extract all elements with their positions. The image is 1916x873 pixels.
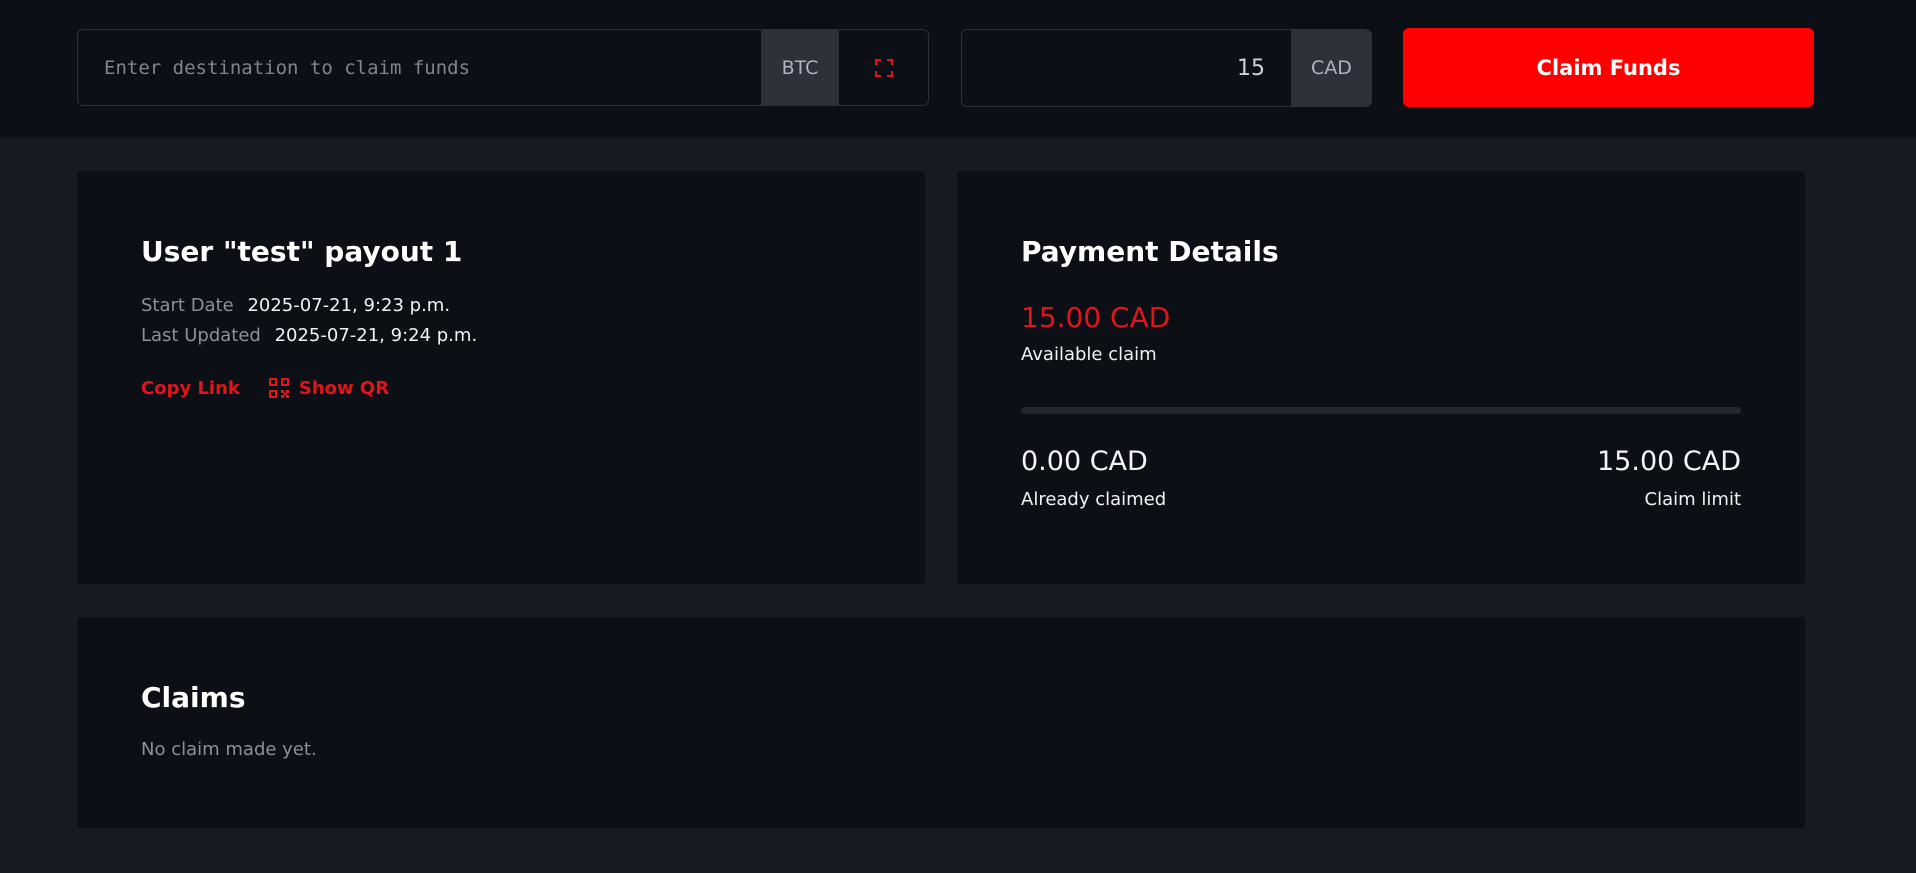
qr-scan-icon bbox=[874, 58, 893, 77]
destination-currency-badge: BTC bbox=[761, 30, 838, 105]
payout-card: User "test" payout 1 Start Date 2025-07-… bbox=[77, 171, 925, 584]
last-updated-label: Last Updated bbox=[141, 325, 261, 346]
qr-code-icon bbox=[268, 378, 289, 398]
show-qr-label: Show QR bbox=[298, 377, 390, 399]
already-claimed-amount: 0.00 CAD bbox=[1021, 446, 1148, 477]
show-qr-button[interactable]: Show QR bbox=[268, 377, 389, 399]
claim-funds-button[interactable]: Claim Funds bbox=[1403, 28, 1814, 107]
claim-limit-label: Claim limit bbox=[1644, 489, 1741, 510]
start-date-label: Start Date bbox=[141, 295, 234, 316]
claim-bar: BTC CAD Claim Funds bbox=[0, 0, 1916, 138]
last-updated-row: Last Updated 2025-07-21, 9:24 p.m. bbox=[141, 325, 477, 346]
amount-input-group: CAD bbox=[961, 29, 1372, 107]
destination-input[interactable] bbox=[78, 30, 761, 105]
last-updated-value: 2025-07-21, 9:24 p.m. bbox=[274, 325, 478, 346]
start-date-row: Start Date 2025-07-21, 9:23 p.m. bbox=[141, 295, 450, 316]
available-claim-amount: 15.00 CAD bbox=[1021, 301, 1171, 334]
claim-limit-amount: 15.00 CAD bbox=[1597, 446, 1741, 477]
copy-link-button[interactable]: Copy Link bbox=[141, 378, 240, 399]
already-claimed-label: Already claimed bbox=[1021, 489, 1167, 510]
claims-card: Claims No claim made yet. bbox=[77, 617, 1805, 828]
destination-input-group: BTC bbox=[77, 29, 929, 106]
payout-actions: Copy Link Show QR bbox=[141, 377, 389, 399]
scan-qr-button[interactable] bbox=[838, 30, 928, 105]
start-date-value: 2025-07-21, 9:23 p.m. bbox=[247, 295, 451, 316]
payment-details-card: Payment Details 15.00 CAD Available clai… bbox=[957, 171, 1805, 584]
payment-details-title: Payment Details bbox=[1021, 235, 1279, 268]
payout-title: User "test" payout 1 bbox=[141, 235, 463, 268]
claims-title: Claims bbox=[141, 681, 246, 714]
amount-currency-badge: CAD bbox=[1291, 30, 1371, 106]
amount-input[interactable] bbox=[962, 30, 1291, 106]
available-claim-label: Available claim bbox=[1021, 344, 1157, 365]
claim-progress-bar bbox=[1021, 407, 1741, 414]
claims-empty-message: No claim made yet. bbox=[141, 739, 317, 760]
